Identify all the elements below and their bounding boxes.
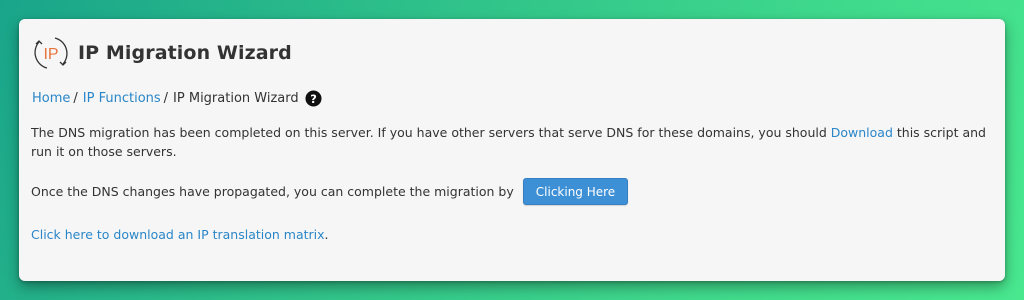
page-title: IP Migration Wizard — [78, 42, 292, 64]
complete-migration-button[interactable]: Clicking Here — [522, 178, 629, 205]
logo-text: IP — [43, 46, 58, 63]
breadcrumb-current: IP Migration Wizard — [173, 91, 299, 106]
breadcrumb: Home / IP Functions / IP Migration Wizar… — [32, 90, 322, 107]
download-ip-matrix-link[interactable]: Click here to download an IP translation… — [31, 227, 325, 242]
question-circle-icon[interactable]: ? — [305, 90, 322, 107]
breadcrumb-separator: / — [163, 91, 169, 106]
download-script-link[interactable]: Download — [831, 125, 893, 140]
ip-migration-logo-icon: IP — [34, 37, 68, 69]
complete-migration-text: Once the DNS changes have propagated, yo… — [31, 184, 514, 199]
page-header: IP IP Migration Wizard — [31, 33, 292, 73]
breadcrumb-home-link[interactable]: Home — [32, 91, 70, 106]
complete-migration-row: Once the DNS changes have propagated, yo… — [31, 178, 629, 205]
breadcrumb-ip-functions-link[interactable]: IP Functions — [83, 91, 161, 106]
dns-complete-message: The DNS migration has been completed on … — [31, 123, 997, 161]
period-text: . — [324, 227, 329, 242]
main-panel: IP IP Migration Wizard Home / IP Functio… — [19, 19, 1005, 281]
message-text: The DNS migration has been completed on … — [31, 125, 831, 140]
svg-text:?: ? — [310, 92, 317, 106]
breadcrumb-separator: / — [73, 91, 78, 106]
matrix-download-row: Click here to download an IP translation… — [31, 225, 329, 244]
